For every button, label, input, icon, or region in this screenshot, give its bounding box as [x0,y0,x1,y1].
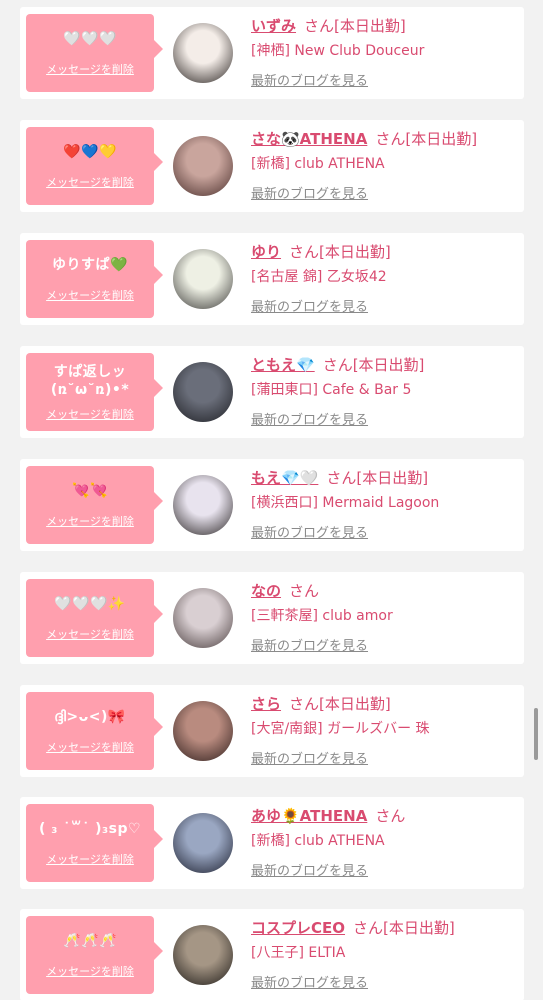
shop-name: [三軒茶屋] club amor [251,608,393,624]
cast-name-link[interactable]: あゆ🌻ATHENA [251,807,367,825]
honorific: さん [375,130,406,148]
message-list: 🤍🤍🤍 メッセージを削除 いずみ さん[本日出勤] [神栖] New Club D… [0,0,543,1000]
message-bubble: ( ₃ ˙꒳˙ )₃sp♡ メッセージを削除 [26,804,163,882]
honorific: さん [289,243,320,261]
list-item: ❤️💙💛 メッセージを削除 さな🐼ATHENA さん[本日出勤] [新橋] clu… [20,120,524,212]
avatar[interactable] [173,475,233,535]
delete-message-link[interactable]: メッセージを削除 [46,626,134,642]
message-bubble: 🤍🤍🤍 メッセージを削除 [26,14,163,92]
list-item: ദ്ദി>ᴗ<)🎀 メッセージを削除 さら さん[本日出勤] [大宮/南銀] ガー… [20,685,524,777]
cast-name-link[interactable]: いずみ [251,17,296,35]
message-text: 🤍🤍🤍✨ [54,596,126,612]
latest-blog-link[interactable]: 最新のブログを見る [251,522,368,541]
latest-blog-link[interactable]: 最新のブログを見る [251,748,368,767]
message-text: ദ്ദി>ᴗ<)🎀 [54,709,126,725]
avatar[interactable] [173,23,233,83]
delete-message-link[interactable]: メッセージを削除 [46,406,134,422]
message-text: すぱ返しッ(ռ˘ω˘ռ)•* [50,364,130,398]
profile-info: もえ💎🤍 さん[本日出勤] [横浜西口] Mermaid Lagoon 最新のブロ… [251,467,521,541]
attendance-status: [本日出勤] [334,17,406,35]
honorific: さん [289,582,320,600]
list-item: ( ₃ ˙꒳˙ )₃sp♡ メッセージを削除 あゆ🌻ATHENA さん [新橋] … [20,797,524,889]
shop-name: [横浜西口] Mermaid Lagoon [251,495,440,511]
profile-info: いずみ さん[本日出勤] [神栖] New Club Douceur 最新のブログ… [251,15,521,89]
message-text: ❤️💙💛 [63,144,117,160]
shop-name: [神栖] New Club Douceur [251,43,425,59]
shop-name: [蒲田東口] Cafe & Bar 5 [251,382,412,398]
list-item: 💘💘 メッセージを削除 もえ💎🤍 さん[本日出勤] [横浜西口] Mermaid … [20,459,524,551]
message-bubble: ❤️💙💛 メッセージを削除 [26,127,163,205]
profile-info: なの さん [三軒茶屋] club amor 最新のブログを見る [251,580,521,654]
list-item: 🤍🤍🤍✨ メッセージを削除 なの さん [三軒茶屋] club amor 最新のブ… [20,572,524,664]
attendance-status: [本日出勤] [352,356,425,374]
delete-message-link[interactable]: メッセージを削除 [46,963,134,979]
shop-name: [八王子] ELTIA [251,945,346,961]
avatar[interactable] [173,136,233,196]
message-bubble: 🥂🥂🥂 メッセージを削除 [26,916,163,994]
delete-message-link[interactable]: メッセージを削除 [46,851,134,867]
attendance-status: [本日出勤] [356,469,429,487]
latest-blog-link[interactable]: 最新のブログを見る [251,972,368,991]
attendance-status: [本日出勤] [405,130,478,148]
honorific: さん [326,469,357,487]
latest-blog-link[interactable]: 最新のブログを見る [251,70,368,89]
avatar[interactable] [173,362,233,422]
message-text: 💘💘 [72,483,108,499]
cast-name-link[interactable]: コスプレCEO [251,919,345,937]
delete-message-link[interactable]: メッセージを削除 [46,513,134,529]
cast-name-link[interactable]: さら [251,695,281,713]
cast-name-link[interactable]: ともえ💎 [251,356,315,374]
message-bubble: 💘💘 メッセージを削除 [26,466,163,544]
list-item: ゆりすぱ💚 メッセージを削除 ゆり さん[本日出勤] [名古屋 錦] 乙女坂42 … [20,233,524,325]
avatar[interactable] [173,249,233,309]
profile-info: コスプレCEO さん[本日出勤] [八王子] ELTIA 最新のブログを見る [251,917,521,991]
attendance-status: [本日出勤] [319,243,391,261]
latest-blog-link[interactable]: 最新のブログを見る [251,635,368,654]
honorific: さん [289,695,320,713]
cast-name-link[interactable]: ゆり [251,243,281,261]
latest-blog-link[interactable]: 最新のブログを見る [251,296,368,315]
avatar[interactable] [173,813,233,873]
latest-blog-link[interactable]: 最新のブログを見る [251,860,368,879]
list-item: 🥂🥂🥂 メッセージを削除 コスプレCEO さん[本日出勤] [八王子] ELTIA… [20,909,524,1000]
profile-info: ゆり さん[本日出勤] [名古屋 錦] 乙女坂42 最新のブログを見る [251,241,521,315]
message-bubble: 🤍🤍🤍✨ メッセージを削除 [26,579,163,657]
message-bubble: すぱ返しッ(ռ˘ω˘ռ)•* メッセージを削除 [26,353,163,431]
scrollbar[interactable] [534,708,538,760]
message-bubble: ദ്ദി>ᴗ<)🎀 メッセージを削除 [26,692,163,770]
delete-message-link[interactable]: メッセージを削除 [46,739,134,755]
cast-name-link[interactable]: さな🐼ATHENA [251,130,367,148]
shop-name: [大宮/南銀] ガールズバー 珠 [251,721,430,737]
attendance-status: [本日出勤] [383,919,455,937]
profile-info: あゆ🌻ATHENA さん [新橋] club ATHENA 最新のブログを見る [251,805,521,879]
shop-name: [新橋] club ATHENA [251,833,385,849]
latest-blog-link[interactable]: 最新のブログを見る [251,183,368,202]
message-text: 🤍🤍🤍 [63,31,117,47]
cast-name-link[interactable]: もえ💎🤍 [251,469,318,487]
profile-info: さな🐼ATHENA さん[本日出勤] [新橋] club ATHENA 最新のブロ… [251,128,521,202]
shop-name: [名古屋 錦] 乙女坂42 [251,269,387,285]
avatar[interactable] [173,701,233,761]
cast-name-link[interactable]: なの [251,582,281,600]
honorific: さん [322,356,353,374]
shop-name: [新橋] club ATHENA [251,156,385,172]
list-item: すぱ返しッ(ռ˘ω˘ռ)•* メッセージを削除 ともえ💎 さん[本日出勤] [蒲田… [20,346,524,438]
avatar[interactable] [173,925,233,985]
attendance-status: [本日出勤] [319,695,391,713]
delete-message-link[interactable]: メッセージを削除 [46,61,134,77]
message-bubble: ゆりすぱ💚 メッセージを削除 [26,240,163,318]
message-text: 🥂🥂🥂 [63,933,117,949]
delete-message-link[interactable]: メッセージを削除 [46,287,134,303]
honorific: さん [353,919,384,937]
profile-info: ともえ💎 さん[本日出勤] [蒲田東口] Cafe & Bar 5 最新のブログを… [251,354,521,428]
latest-blog-link[interactable]: 最新のブログを見る [251,409,368,428]
message-text: ゆりすぱ💚 [52,257,128,273]
profile-info: さら さん[本日出勤] [大宮/南銀] ガールズバー 珠 最新のブログを見る [251,693,521,767]
honorific: さん [304,17,335,35]
delete-message-link[interactable]: メッセージを削除 [46,174,134,190]
honorific: さん [375,807,406,825]
list-item: 🤍🤍🤍 メッセージを削除 いずみ さん[本日出勤] [神栖] New Club D… [20,7,524,99]
avatar[interactable] [173,588,233,648]
message-text: ( ₃ ˙꒳˙ )₃sp♡ [38,821,142,837]
